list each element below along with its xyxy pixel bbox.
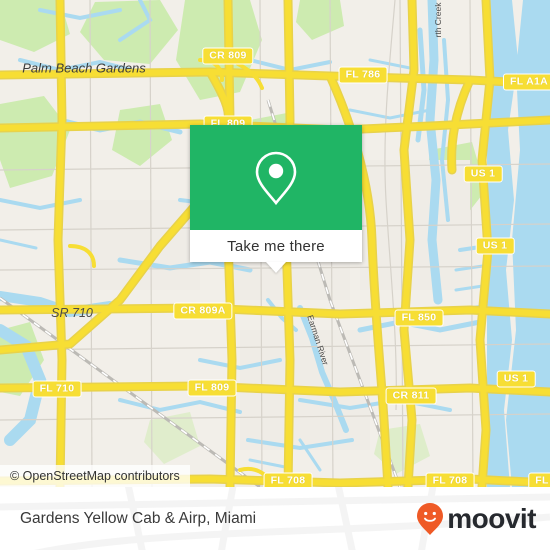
take-me-there-label: Take me there — [227, 237, 325, 255]
road-shield: CR 809 — [202, 47, 254, 65]
map-water-label: rth Creek — [433, 2, 443, 38]
road-shield: FL — [528, 472, 550, 487]
location-pin-icon — [255, 151, 297, 205]
moovit-logo[interactable]: moovit — [415, 502, 536, 536]
road-shield: FL 786 — [338, 66, 388, 84]
road-shield: US 1 — [463, 165, 503, 183]
map-attribution[interactable]: © OpenStreetMap contributors — [0, 465, 190, 487]
road-shield: FL A1A — [503, 73, 550, 91]
road-shield: CR 809A — [173, 302, 233, 320]
road-shield: FL 809 — [187, 379, 237, 397]
map-road-label: SR 710 — [51, 306, 93, 320]
road-shield: US 1 — [496, 370, 536, 388]
road-shield: US 1 — [475, 237, 515, 255]
moovit-wordmark: moovit — [447, 502, 536, 534]
map-place-label: Palm Beach Gardens — [22, 60, 146, 76]
road-shield: FL 710 — [32, 380, 82, 398]
footer-bar: Gardens Yellow Cab & Airp, Miami moovit — [0, 487, 550, 550]
take-me-there-button[interactable]: Take me there — [190, 230, 362, 262]
screenshot-root: Palm Beach Gardens SR 710 rth Creek Earma… — [0, 0, 550, 550]
popup-pointer-tail — [266, 262, 286, 273]
popup-pin-panel — [190, 125, 362, 230]
road-shield: FL 850 — [394, 309, 444, 327]
page-title: Gardens Yellow Cab & Airp, Miami — [20, 509, 257, 527]
location-popup-card[interactable]: Take me there — [190, 125, 362, 273]
road-shield: FL 708 — [263, 472, 313, 487]
road-shield: CR 811 — [385, 387, 437, 405]
moovit-smiley-pin-icon — [417, 502, 444, 535]
road-shield: FL 708 — [425, 472, 475, 487]
